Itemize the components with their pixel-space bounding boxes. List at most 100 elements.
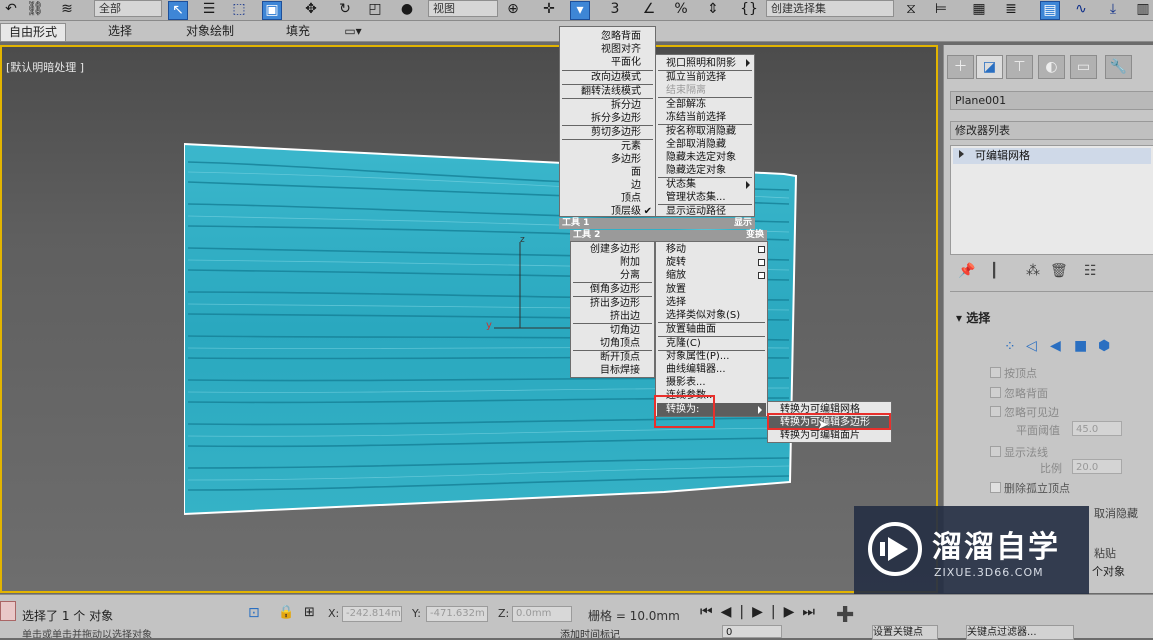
menu-item[interactable]: 孤立当前选择 — [666, 71, 726, 84]
menu-item[interactable]: 状态集 — [666, 178, 696, 191]
viewport-shading-label[interactable]: [默认明暗处理 ] — [6, 59, 84, 75]
menu-item[interactable]: 附加 — [620, 256, 640, 269]
menu-item[interactable]: 旋转 — [666, 256, 686, 269]
motion-tab-icon[interactable]: ◐ — [1038, 55, 1065, 79]
spinner-snap-icon[interactable]: ⇕ — [704, 1, 722, 18]
undo-icon[interactable]: ↶ — [2, 1, 20, 18]
menu-item[interactable]: 剪切多边形 — [591, 126, 641, 139]
menu-item[interactable]: 拆分多边形 — [591, 112, 641, 125]
menu-item[interactable]: 放置轴曲面 — [666, 323, 716, 336]
scene-explorer-icon[interactable]: ▦ — [970, 1, 988, 18]
menu-item[interactable]: 管理状态集... — [666, 191, 726, 204]
show-end-result-icon[interactable]: ┃ — [990, 263, 998, 279]
layers-icon[interactable]: ≣ — [1002, 1, 1020, 18]
menu-item[interactable]: 按名称取消隐藏 — [666, 125, 736, 138]
scale-icon[interactable]: ◰ — [366, 1, 384, 18]
menu-item[interactable]: 克隆(C) — [666, 337, 701, 350]
expand-icon[interactable] — [959, 150, 964, 158]
menu-item[interactable]: 翻转法线模式 — [581, 85, 641, 98]
menu-item[interactable]: 摄影表... — [666, 376, 706, 389]
unhide-button-partial[interactable]: 取消隐藏 — [1094, 505, 1138, 521]
menu-item[interactable]: 移动 — [666, 243, 686, 256]
menu-item[interactable]: 元素 — [621, 140, 641, 153]
curve-editor-icon[interactable]: ∿ — [1072, 1, 1090, 18]
key-mode-icon[interactable]: ✚ — [836, 603, 854, 628]
element-level-icon[interactable]: ⬢ — [1098, 338, 1110, 354]
edge-level-icon[interactable]: ◁ — [1026, 338, 1037, 354]
display-tab-icon[interactable]: ▭ — [1070, 55, 1097, 79]
lock-selection-icon[interactable]: 🔒 — [278, 605, 294, 620]
ignore-visible-edges-checkbox[interactable] — [990, 406, 1001, 417]
menu-item[interactable]: 面 — [631, 166, 641, 179]
modify-tab-icon[interactable]: ◪ — [976, 55, 1003, 79]
menu-item[interactable]: 目标焊接 — [600, 364, 640, 377]
menu-item[interactable]: 缩放 — [666, 269, 686, 282]
create-tab-icon[interactable]: ＋ — [947, 55, 974, 79]
menu-item[interactable]: 全部取消隐藏 — [666, 138, 726, 151]
delete-isolated-checkbox[interactable] — [990, 482, 1001, 493]
schematic-icon[interactable]: ⤓ — [1104, 1, 1122, 18]
menu-item[interactable]: 切角边 — [610, 324, 640, 337]
utilities-tab-icon[interactable]: 🔧 — [1105, 55, 1132, 79]
bind-spacewarp-icon[interactable]: ≋ — [58, 1, 76, 18]
face-level-icon[interactable]: ◀ — [1050, 338, 1061, 354]
menu-item[interactable]: 挤出边 — [610, 310, 640, 323]
tab-populate[interactable]: 填充 — [286, 23, 310, 40]
menu-item[interactable]: 全部解冻 — [666, 98, 706, 111]
menu-item[interactable]: 创建多边形 — [590, 243, 640, 256]
rotate-icon[interactable]: ↻ — [336, 1, 354, 18]
selection-rollout-title[interactable]: ▾ 选择 — [956, 309, 990, 326]
hierarchy-tab-icon[interactable]: ⊤ — [1006, 55, 1033, 79]
select-by-name-icon[interactable]: ☰ — [200, 1, 218, 18]
add-time-tag[interactable]: 添加时间标记 — [560, 626, 620, 638]
key-filters-button[interactable]: 关键点过滤器... — [966, 625, 1074, 640]
menu-item[interactable]: 放置 — [666, 283, 686, 296]
ribbon-toggle-icon[interactable]: ▤ — [1040, 1, 1060, 20]
menu-item[interactable]: 断开顶点 — [600, 351, 640, 364]
menu-item[interactable]: 显示运动路径 — [666, 205, 726, 218]
ribbon-options-icon[interactable]: ▭▾ — [341, 23, 365, 40]
menu-item[interactable]: 平面化 — [611, 56, 641, 69]
set-key-button[interactable]: 设置关键点 — [872, 625, 938, 640]
playback-controls[interactable]: ⏮◀|▶|▶⏭ — [700, 604, 823, 620]
x-coordinate-field[interactable]: -242.814m — [342, 606, 402, 622]
menu-item[interactable]: 选择类似对象(S) — [666, 309, 740, 322]
current-frame-field[interactable]: 0 — [722, 625, 782, 638]
modifier-list-dropdown[interactable]: 修改器列表 — [950, 121, 1153, 140]
make-unique-icon[interactable]: ⁂ — [1026, 263, 1040, 279]
menu-item[interactable]: 选择 — [666, 296, 686, 309]
menu-item[interactable]: 隐藏选定对象 — [666, 164, 726, 177]
selection-filter-dropdown[interactable]: 全部 — [94, 0, 162, 17]
select-object-icon[interactable]: ↖ — [168, 1, 188, 20]
show-normals-checkbox[interactable] — [990, 446, 1001, 457]
tab-freeform[interactable]: 自由形式 — [0, 23, 67, 41]
configure-sets-icon[interactable]: ☷ — [1084, 263, 1097, 279]
menu-item[interactable]: 冻结当前选择 — [666, 111, 726, 124]
align-icon[interactable]: ⊨ — [932, 1, 950, 18]
isolate-toggle-icon[interactable]: ⊡ — [248, 605, 260, 621]
settings-box-icon[interactable] — [758, 259, 765, 266]
tab-object-paint[interactable]: 对象绘制 — [186, 23, 234, 40]
paste-button-partial[interactable]: 粘贴 — [1094, 545, 1116, 561]
window-crossing-icon[interactable]: ▣ — [262, 1, 282, 20]
object-name-field[interactable]: Plane001 — [950, 91, 1153, 110]
named-selection-dropdown[interactable]: 创建选择集 — [766, 0, 894, 17]
menu-item[interactable]: 曲线编辑器... — [666, 363, 726, 376]
ignore-backface-checkbox[interactable] — [990, 387, 1001, 398]
snap-3-icon[interactable]: 3 — [606, 1, 624, 18]
menu-item[interactable]: 改向边模式 — [591, 71, 641, 84]
edit-named-sets-icon[interactable]: {} — [740, 1, 758, 18]
reference-coord-dropdown[interactable]: 视图 — [428, 0, 498, 17]
place-icon[interactable]: ● — [398, 1, 416, 18]
menu-item[interactable]: 边 — [631, 179, 641, 192]
material-editor-icon[interactable]: ▥ — [1134, 1, 1152, 18]
menu-item[interactable]: 倒角多边形 — [590, 283, 640, 296]
mirror-icon[interactable]: ⧖ — [902, 1, 920, 18]
menu-item[interactable]: 顶层级 — [611, 205, 641, 218]
pin-stack-icon[interactable]: 📌 — [958, 263, 975, 279]
absolute-mode-icon[interactable]: ⊞ — [304, 605, 315, 620]
menu-item[interactable]: 拆分边 — [611, 99, 641, 112]
menu-item[interactable]: 多边形 — [611, 153, 641, 166]
remove-modifier-icon[interactable]: 🗑 — [1050, 263, 1068, 279]
settings-box-icon[interactable] — [758, 246, 765, 253]
